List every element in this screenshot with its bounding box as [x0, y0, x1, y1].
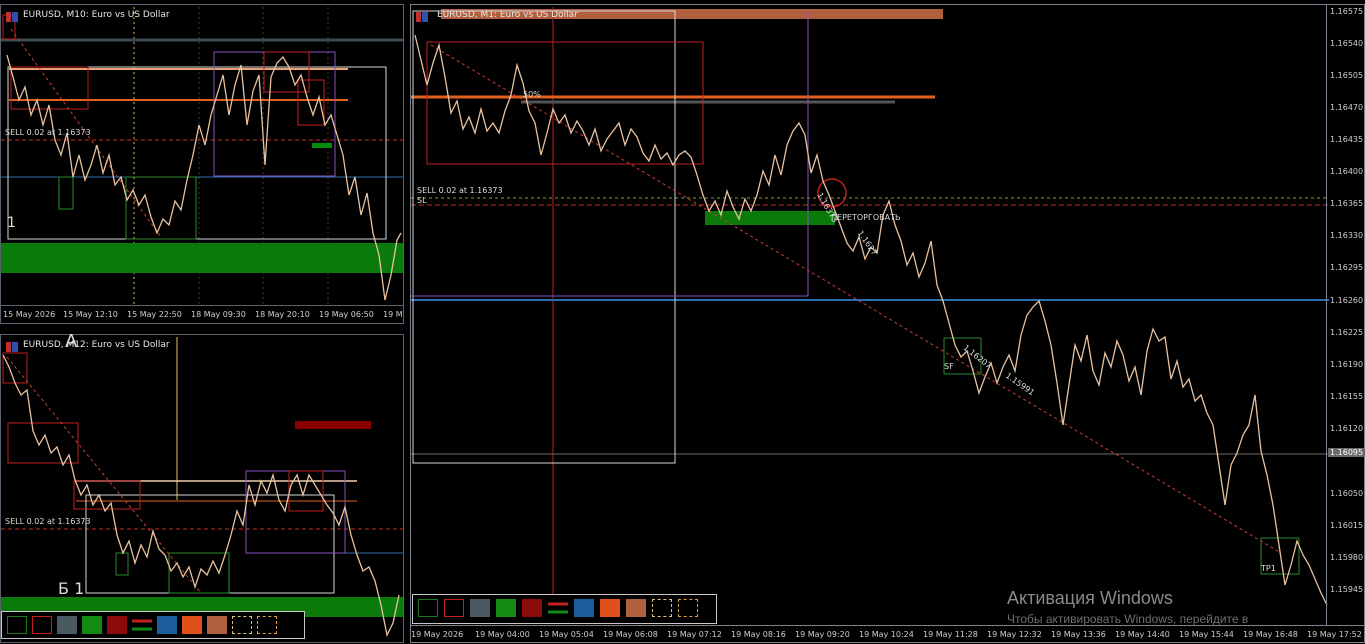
chart-window-m12[interactable]: EURUSD, M12: Euro vs US Dollar A SELL 0.… [0, 331, 404, 643]
time-axis: 19 May 2026 19 May 04:00 19 May 05:04 19… [411, 625, 1364, 644]
window-title: EURUSD, M10: Euro vs US Dollar [23, 10, 170, 20]
activation-watermark-text: Чтобы активировать Windows, перейдите в [1007, 612, 1249, 626]
window-title: EURUSD, M1: Euro vs US Dollar [437, 10, 578, 20]
color-btn-dashed-1[interactable] [652, 599, 672, 617]
color-btn-dkgreen[interactable] [82, 616, 102, 634]
chart-canvas-m10 [1, 7, 403, 305]
color-toolbar [412, 594, 717, 624]
color-btn-blue[interactable] [157, 616, 177, 634]
color-toolbar [1, 611, 305, 639]
color-btn-orange[interactable] [182, 616, 202, 634]
wave-mark-b: Б 1 [58, 579, 85, 598]
time-axis: 15 May 2026 15 May 12:10 15 May 22:50 18… [1, 305, 403, 324]
chart-window-m1[interactable]: EURUSD, M1: Euro vs US Dollar 50% SELL 0… [410, 4, 1365, 643]
color-btn-brown[interactable] [626, 599, 646, 617]
color-btn-green[interactable] [7, 616, 27, 634]
color-btn-maroon[interactable] [522, 599, 542, 617]
chart-icon [6, 12, 18, 22]
sf-label: SF [944, 362, 954, 371]
color-btn-red[interactable] [32, 616, 52, 634]
sell-label: SELL 0.02 at 1.16373 [5, 517, 91, 526]
current-price-tag: 1.16095 [1328, 448, 1365, 457]
color-btn-lines[interactable] [132, 616, 152, 634]
retrade-zone-label: ПЕРЕТОРГОВАТЬ [831, 213, 901, 222]
color-btn-blue[interactable] [574, 599, 594, 617]
color-btn-dashed-1[interactable] [232, 616, 252, 634]
sell-label: SELL 0.02 at 1.16373 [5, 128, 91, 137]
tp-label: TP1 [1261, 564, 1276, 573]
color-btn-brown[interactable] [207, 616, 227, 634]
chart-window-m10[interactable]: EURUSD, M10: Euro vs US Dollar SELL 0.02… [0, 4, 404, 324]
chart-icon [6, 342, 18, 352]
color-btn-lines[interactable] [548, 599, 568, 617]
color-btn-dashed-2[interactable] [257, 616, 277, 634]
color-btn-dkgreen[interactable] [496, 599, 516, 617]
color-btn-slate[interactable] [470, 599, 490, 617]
chart-canvas-m1 [411, 7, 1329, 606]
color-btn-red[interactable] [444, 599, 464, 617]
color-btn-maroon[interactable] [107, 616, 127, 634]
color-btn-slate[interactable] [57, 616, 77, 634]
wave-mark: 1 [7, 215, 16, 231]
color-btn-green[interactable] [418, 599, 438, 617]
wave-mark-a: A [65, 331, 78, 352]
fifty-percent-label: 50% [523, 90, 541, 99]
chart-icon [416, 12, 428, 22]
sell-label: SELL 0.02 at 1.16373 [417, 186, 503, 195]
activation-watermark-title: Активация Windows [1007, 588, 1173, 608]
color-btn-orange[interactable] [600, 599, 620, 617]
color-btn-dashed-2[interactable] [678, 599, 698, 617]
window-title: EURUSD, M12: Euro vs US Dollar [23, 340, 170, 350]
price-axis: 1.16575 1.16540 1.16505 1.16470 1.16435 … [1326, 5, 1365, 625]
sl-label: SL [417, 196, 427, 205]
